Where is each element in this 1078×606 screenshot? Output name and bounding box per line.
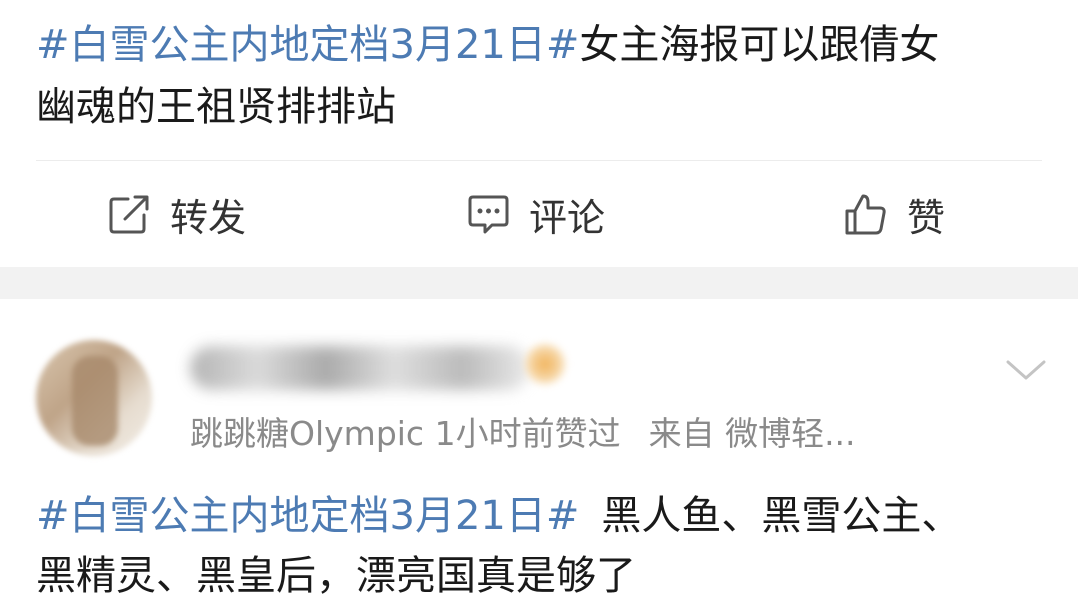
comment-label: 评论 [529, 195, 606, 240]
section-gap [0, 267, 1078, 299]
comment-icon [468, 195, 509, 234]
chevron-down-icon[interactable] [1004, 354, 1048, 384]
comment-text-line1: 黑人鱼、黑雪公主、 [601, 493, 962, 539]
comment-meta: 跳跳糖Olympic 1小时前赞过 来自 微博轻... [190, 414, 856, 454]
hashtag-link[interactable]: #白雪公主内地定档3月21日# [36, 22, 579, 68]
like-icon [845, 194, 886, 235]
user-badge-icon [525, 344, 565, 384]
repost-label: 转发 [170, 195, 247, 240]
avatar[interactable] [36, 340, 152, 456]
comment-text: #白雪公主内地定档3月21日# 黑人鱼、黑雪公主、 黑精灵、黑皇后，漂亮国真是够了 [36, 486, 1056, 606]
post-text: #白雪公主内地定档3月21日#女主海报可以跟倩女 幽魂的王祖贤排排站 [36, 14, 1046, 138]
repost-button[interactable]: 转发 [106, 189, 247, 240]
post-text-line2: 幽魂的王祖贤排排站 [36, 84, 396, 130]
like-button[interactable]: 赞 [843, 189, 946, 240]
action-bar: 转发 评论 赞 [0, 161, 1078, 267]
comment-text-line2: 黑精灵、黑皇后，漂亮国真是够了 [36, 553, 636, 599]
post-text-line1: 女主海报可以跟倩女 [579, 22, 940, 68]
hashtag-link[interactable]: #白雪公主内地定档3月21日# [36, 493, 579, 539]
liked-by-info: 跳跳糖Olympic 1小时前赞过 [190, 414, 621, 453]
username-blurred[interactable] [190, 346, 530, 390]
comment-button[interactable]: 评论 [465, 189, 606, 240]
like-label: 赞 [907, 195, 946, 240]
source-info: 来自 微博轻... [648, 414, 856, 453]
repost-icon [109, 195, 149, 234]
